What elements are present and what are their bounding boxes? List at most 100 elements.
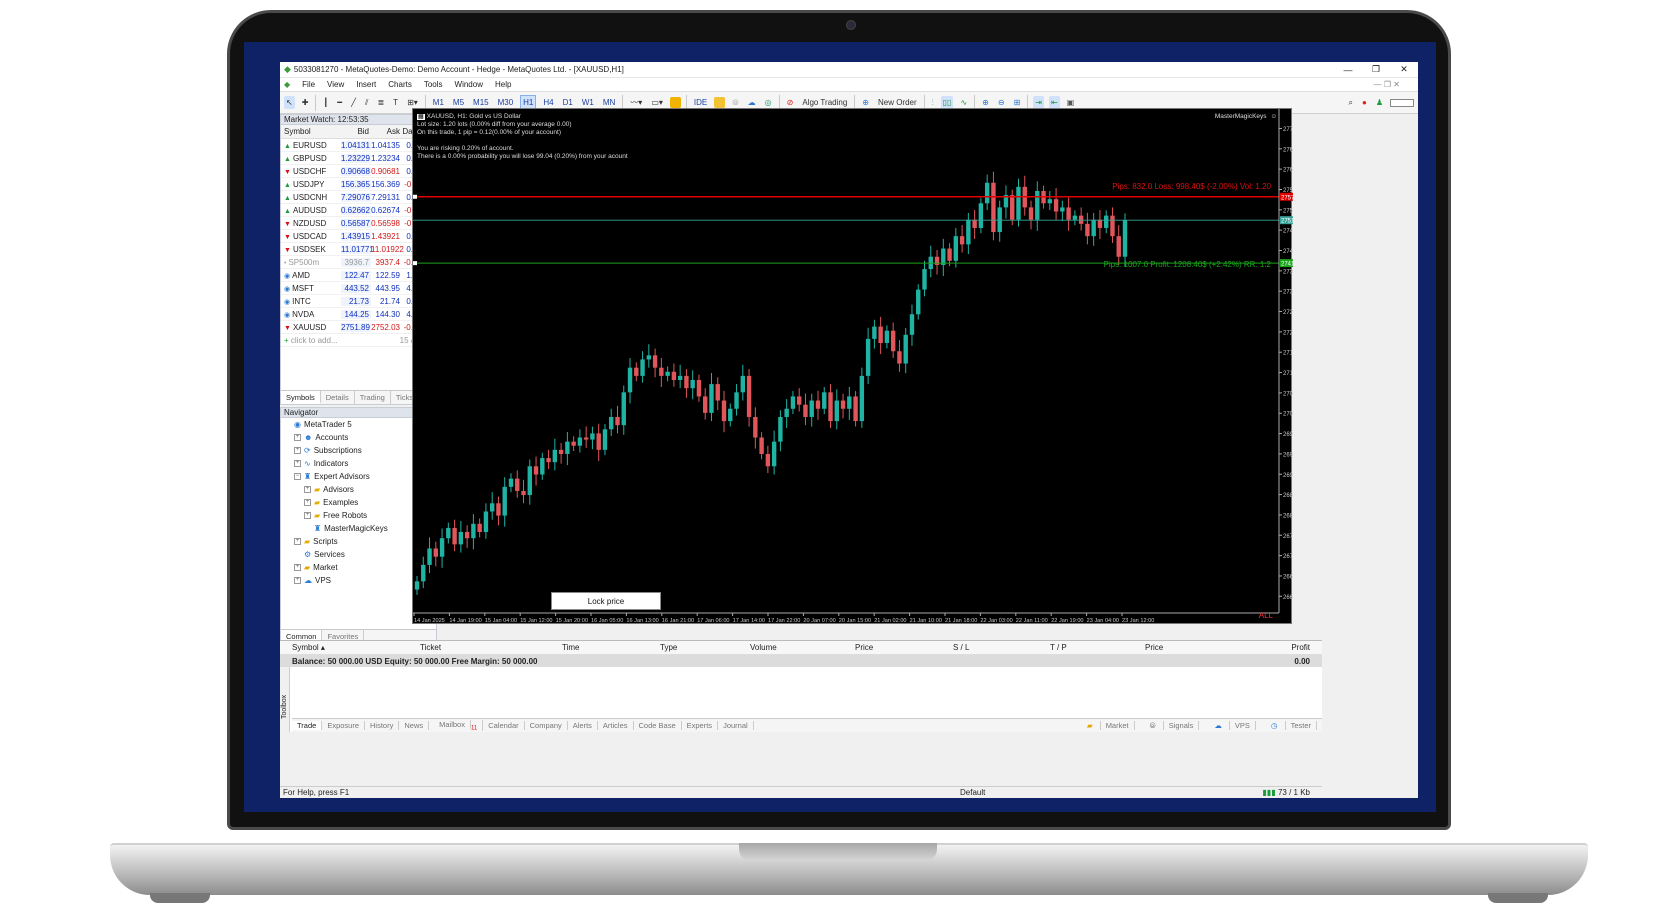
tab-articles[interactable]: Articles: [598, 721, 634, 730]
horizontal-line-icon[interactable]: ━: [335, 96, 344, 109]
fibonacci-icon[interactable]: ≣: [375, 96, 386, 109]
column-current-price[interactable]: Price: [1145, 643, 1163, 652]
ask-price: 0.56598: [371, 218, 400, 228]
expand-icon[interactable]: +: [294, 564, 301, 571]
balance-row[interactable]: Balance: 50 000.00 USD Equity: 50 000.00…: [280, 655, 1322, 667]
menu-tools[interactable]: Tools: [424, 80, 443, 89]
chart-title-text: XAUUSD, H1: Gold vs US Dollar: [426, 113, 521, 120]
candles-layer: [414, 171, 1128, 595]
column-header[interactable]: Ask: [371, 127, 402, 136]
navigator-item-label: Accounts: [315, 433, 349, 442]
expand-icon[interactable]: +: [294, 538, 301, 545]
take-profit-price-tag: 2741.44: [1281, 262, 1293, 268]
restore-icon[interactable]: ❐: [1362, 64, 1390, 75]
tab-details[interactable]: Details: [321, 391, 355, 404]
candle-body: [909, 314, 915, 335]
column-ticket[interactable]: Ticket: [420, 643, 441, 652]
close-icon[interactable]: ✕: [1390, 64, 1418, 75]
candle-body: [765, 453, 771, 467]
lock-icon[interactable]: [714, 97, 726, 108]
expand-icon[interactable]: +: [304, 499, 311, 506]
time-tick-label: 17 Jan 14:00: [733, 618, 765, 624]
trend-arrow-icon: ▼: [284, 246, 291, 254]
candle-body: [746, 375, 752, 417]
dollar-icon[interactable]: [669, 97, 681, 108]
expand-icon[interactable]: +: [294, 460, 301, 467]
column-header[interactable]: Symbol: [281, 127, 341, 136]
candle-body: [947, 248, 952, 261]
tab-alerts[interactable]: Alerts: [568, 721, 598, 730]
column-time[interactable]: Time: [562, 643, 579, 652]
candle-body: [558, 449, 564, 454]
expand-icon[interactable]: +: [304, 486, 311, 493]
tab-journal[interactable]: Journal: [718, 721, 754, 730]
column-symbol[interactable]: Symbol ▴: [292, 643, 325, 652]
column-profit[interactable]: Profit: [1291, 643, 1310, 652]
channel-icon[interactable]: ⫽: [363, 96, 371, 110]
cursor-icon[interactable]: ↖: [284, 96, 295, 109]
connection-icon: ▮▮▮: [1262, 788, 1278, 797]
candle-body: [809, 400, 814, 417]
tab-company[interactable]: Company: [525, 721, 568, 730]
text-icon[interactable]: T: [391, 96, 400, 109]
ask-price: 0.62674: [371, 205, 400, 215]
navigator-item-icon: ▰: [304, 537, 311, 546]
collapse-icon[interactable]: −: [294, 473, 301, 480]
tab-experts[interactable]: Experts: [682, 721, 719, 730]
candle-body: [671, 371, 677, 380]
column-take-profit[interactable]: T / P: [1050, 643, 1067, 652]
expand-icon[interactable]: +: [294, 577, 301, 584]
column-type[interactable]: Type: [660, 643, 677, 652]
expand-icon[interactable]: +: [304, 512, 311, 519]
all-label[interactable]: ALL: [1259, 611, 1273, 620]
tab-symbols[interactable]: Symbols: [281, 391, 321, 404]
tester-button[interactable]: ◷ Tester: [1261, 721, 1322, 730]
chart-symbol-title: ▦ XAUUSD, H1: Gold vs US Dollar: [417, 113, 628, 121]
navigator-item-icon: ▰: [314, 485, 321, 494]
tab-history[interactable]: History: [365, 721, 400, 730]
expand-icon[interactable]: +: [294, 447, 301, 454]
ask-price: 1.23234: [371, 153, 400, 163]
lock-price-button[interactable]: Lock price: [551, 592, 661, 610]
tab-code-base[interactable]: Code Base: [634, 721, 682, 730]
laptop-foot: [1488, 893, 1548, 903]
market-button[interactable]: ▰ Market: [1077, 721, 1140, 730]
candle-body: [859, 375, 865, 422]
menu-insert[interactable]: Insert: [356, 80, 376, 89]
crosshair-icon[interactable]: ✚: [300, 96, 311, 109]
menu-help[interactable]: Help: [495, 80, 511, 89]
status-profile[interactable]: Default: [960, 788, 985, 797]
minimize-icon[interactable]: —: [1334, 65, 1362, 75]
column-header[interactable]: Bid: [341, 127, 371, 136]
tab-calendar[interactable]: Calendar: [483, 721, 525, 730]
menu-window[interactable]: Window: [455, 80, 483, 89]
tab-trade[interactable]: Trade: [292, 721, 323, 730]
column-stop-loss[interactable]: S / L: [953, 643, 969, 652]
signals-button[interactable]: ⦾ Signals: [1140, 720, 1205, 731]
trend-arrow-icon: ▲: [284, 207, 291, 215]
account-icon[interactable]: ♟: [1374, 96, 1385, 109]
tab-exposure[interactable]: Exposure: [322, 721, 366, 730]
trendline-icon[interactable]: ╱: [349, 96, 358, 109]
price-tick-label: 2719.76: [1283, 351, 1293, 357]
column-price[interactable]: Price: [855, 643, 873, 652]
navigator-item-icon: ☁: [304, 576, 312, 585]
vertical-line-icon[interactable]: ┃: [321, 96, 330, 109]
app-menu-icon[interactable]: ◆: [284, 80, 290, 89]
mailbox-badge: 11: [470, 725, 478, 732]
chart-window[interactable]: 2774.212769.262764.312759.362754.412749.…: [412, 108, 1293, 624]
mdi-controls[interactable]: — ❐ ✕: [1374, 80, 1400, 89]
notifications-icon[interactable]: ●: [1360, 96, 1369, 109]
candle-body: [646, 355, 652, 360]
search-icon[interactable]: ⌕: [1347, 96, 1355, 110]
menu-file[interactable]: File: [302, 80, 315, 89]
tab-trading[interactable]: Trading: [355, 391, 391, 404]
time-tick-label: 17 Jan 22:00: [768, 618, 800, 624]
vps-button[interactable]: ☁ VPS: [1204, 721, 1261, 730]
menu-charts[interactable]: Charts: [388, 80, 412, 89]
tab-mailbox[interactable]: Mailbox 11: [429, 719, 484, 732]
expand-icon[interactable]: +: [294, 434, 301, 441]
tab-news[interactable]: News: [399, 721, 430, 730]
column-volume[interactable]: Volume: [750, 643, 777, 652]
menu-view[interactable]: View: [327, 80, 344, 89]
